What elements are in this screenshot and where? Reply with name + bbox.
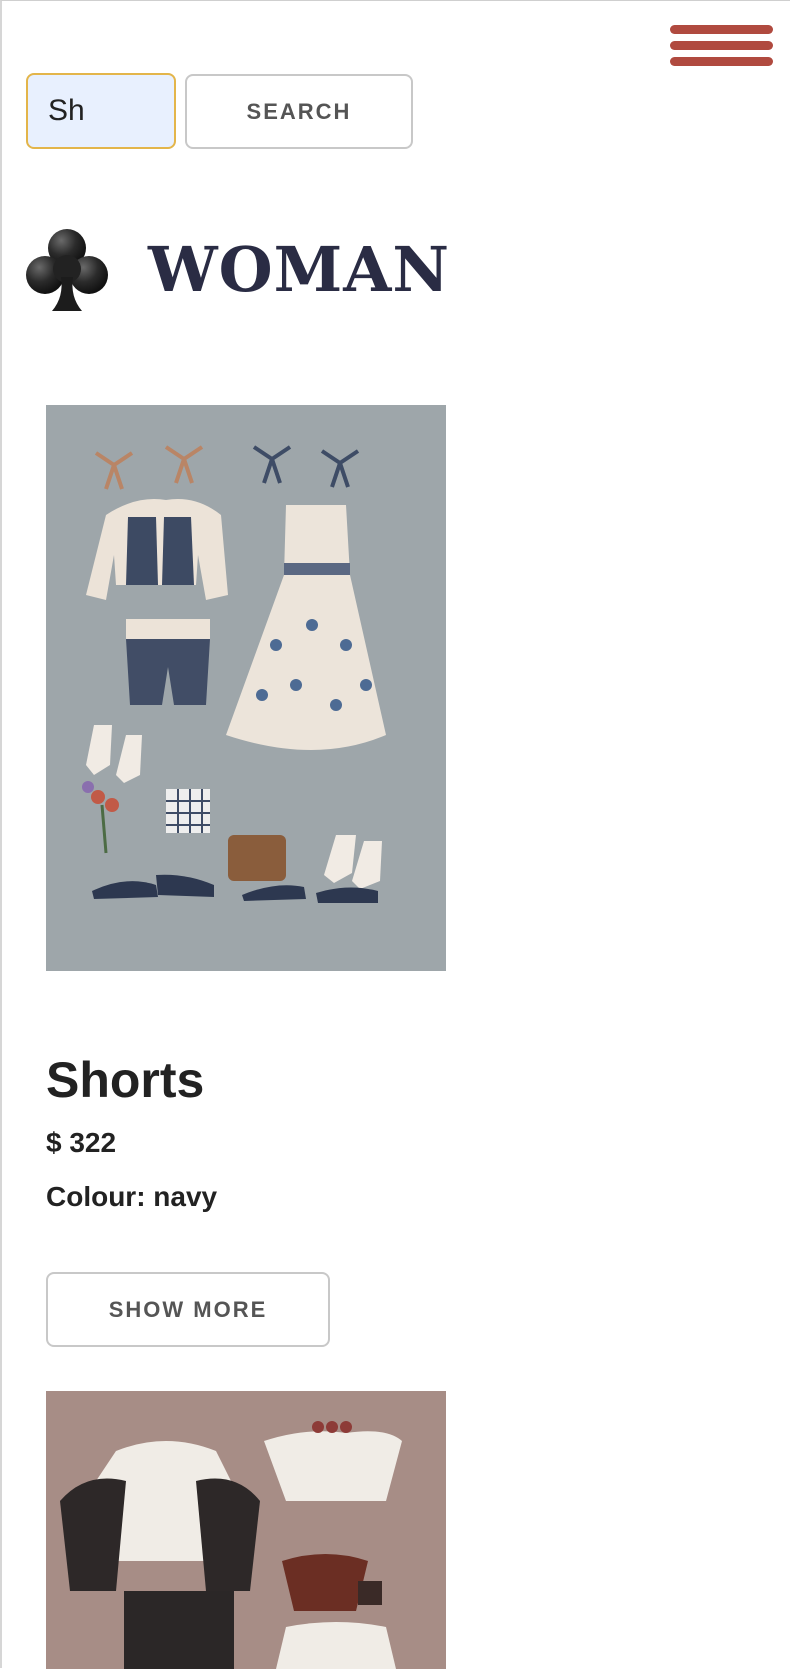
page-title: WOMAN [148, 233, 451, 306]
show-more-button[interactable]: SHOW MORE [46, 1272, 330, 1347]
outfit-illustration [46, 1391, 446, 1669]
outfit-illustration [46, 405, 446, 971]
product-colour: Colour: navy [46, 1181, 218, 1212]
hamburger-menu-icon[interactable] [670, 25, 773, 69]
product-image[interactable] [46, 405, 446, 971]
menu-bar [670, 25, 773, 34]
product-price: $ 322 [46, 1127, 117, 1158]
page-frame: SEARCH WOMAN [0, 0, 790, 1669]
club-suit-icon [26, 229, 108, 311]
search-button[interactable]: SEARCH [185, 74, 413, 149]
menu-bar [670, 41, 773, 50]
search-input[interactable] [26, 73, 176, 149]
product-image[interactable] [46, 1391, 446, 1669]
product-name: Shorts [46, 1052, 205, 1108]
menu-bar [670, 57, 773, 66]
